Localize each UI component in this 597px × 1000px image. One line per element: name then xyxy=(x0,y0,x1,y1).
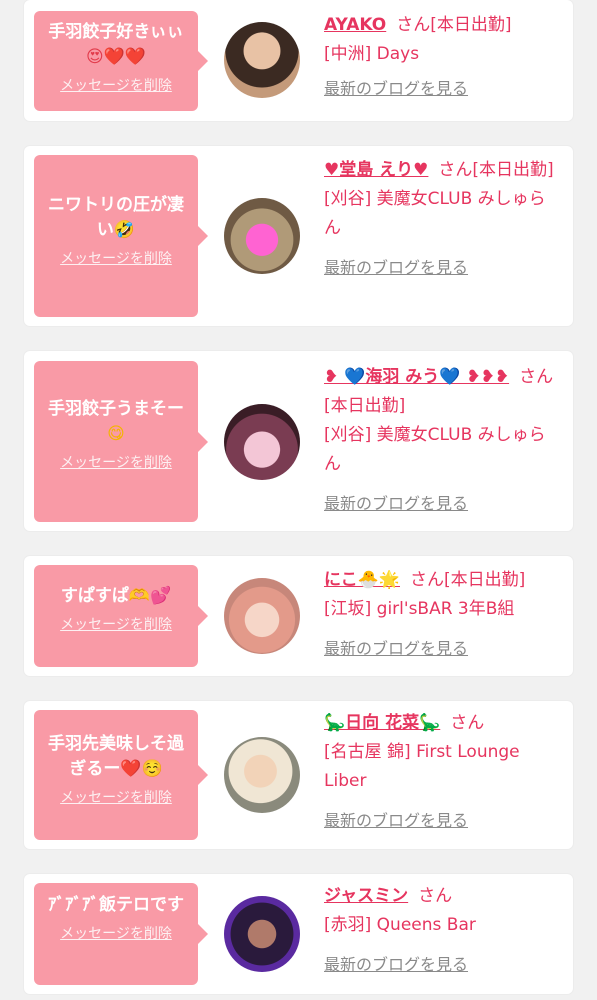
honorific: さん xyxy=(438,160,473,180)
message-bubble: すぱすぱ🫶💕 メッセージを削除 xyxy=(34,565,208,667)
message-card: ニワトリの圧が凄い🤣 メッセージを削除 ♥堂島 えり♥ さん[本日出勤] [刈谷]… xyxy=(24,146,573,326)
shop-name: [江坂] girl'sBAR 3年B組 xyxy=(324,599,515,619)
cast-info: ジャスミン さん [赤羽] Queens Bar 最新のブログを見る xyxy=(324,882,562,979)
message-bubble: 手羽餃子うまそー 😋 メッセージを削除 xyxy=(34,361,208,522)
message-bubble: 手羽先美味しそ過ぎるー❤️☺️ メッセージを削除 xyxy=(34,710,208,840)
cast-name-link[interactable]: 🦕日向 花菜🦕 xyxy=(324,713,440,733)
message-card: ｱﾞｱﾞｱﾞ飯テロです メッセージを削除 ジャスミン さん [赤羽] Queens… xyxy=(24,874,573,994)
honorific: さん xyxy=(410,570,444,590)
delete-message-link[interactable]: メッセージを削除 xyxy=(60,76,172,96)
message-bubble: 手羽餃子好きぃぃ 😍❤️❤️ メッセージを削除 xyxy=(34,11,208,111)
message-text: 手羽餃子うまそー 😋 xyxy=(48,399,184,444)
message-emoji: 🫶💕 xyxy=(128,586,172,606)
honorific: さん xyxy=(519,367,554,387)
avatar[interactable] xyxy=(224,737,300,813)
latest-blog-link[interactable]: 最新のブログを見る xyxy=(324,253,562,282)
status-text: [本日出勤] xyxy=(324,396,406,416)
honorific: さん xyxy=(450,713,485,733)
message-list: 手羽餃子好きぃぃ 😍❤️❤️ メッセージを削除 AYAKO さん[本日出勤] [中洲… xyxy=(0,0,597,1000)
cast-info: ❥ 💙海羽 みう💙 ❥❥❥ さん [本日出勤] [刈谷] 美魔女CLUB みしゅらん… xyxy=(324,363,562,518)
honorific: さん xyxy=(418,886,453,906)
avatar[interactable] xyxy=(224,404,300,480)
message-card: 手羽餃子うまそー 😋 メッセージを削除 ❥ 💙海羽 みう💙 ❥❥❥ さん [本日出勤]… xyxy=(24,351,573,531)
status-text: [本日出勤] xyxy=(444,570,526,590)
message-text: ニワトリの圧が凄い🤣 xyxy=(48,195,184,240)
message-emoji: 😍❤️❤️ xyxy=(85,47,147,67)
latest-blog-link[interactable]: 最新のブログを見る xyxy=(324,74,562,103)
cast-info: にこ🐣🌟 さん[本日出勤] [江坂] girl'sBAR 3年B組 最新のブログを… xyxy=(324,566,562,663)
cast-info: AYAKO さん[本日出勤] [中洲] Days 最新のブログを見る xyxy=(324,11,562,103)
latest-blog-link[interactable]: 最新のブログを見る xyxy=(324,806,562,835)
cast-info: ♥堂島 えり♥ さん[本日出勤] [刈谷] 美魔女CLUB みしゅらん 最新のブロ… xyxy=(324,156,562,282)
message-text: 手羽餃子好きぃぃ 😍❤️❤️ xyxy=(48,22,184,67)
message-bubble: ｱﾞｱﾞｱﾞ飯テロです メッセージを削除 xyxy=(34,883,208,985)
cast-name-link[interactable]: にこ🐣🌟 xyxy=(324,570,400,590)
avatar[interactable] xyxy=(224,22,300,98)
message-emoji: ❤️☺️ xyxy=(120,759,163,779)
avatar[interactable] xyxy=(224,896,300,972)
cast-name-link[interactable]: ♥堂島 えり♥ xyxy=(324,160,428,180)
delete-message-link[interactable]: メッセージを削除 xyxy=(60,453,172,473)
delete-message-link[interactable]: メッセージを削除 xyxy=(60,924,172,944)
message-text: ｱﾞｱﾞｱﾞ飯テロです xyxy=(48,895,184,915)
honorific: さん xyxy=(396,15,431,35)
shop-name: [中洲] Days xyxy=(324,44,420,64)
avatar[interactable] xyxy=(224,578,300,654)
shop-name: [名古屋 錦] First Lounge Liber xyxy=(324,742,520,791)
message-emoji: 🤣 xyxy=(113,220,136,240)
status-text: [本日出勤] xyxy=(430,15,512,35)
delete-message-link[interactable]: メッセージを削除 xyxy=(60,788,172,808)
avatar[interactable] xyxy=(224,198,300,274)
shop-name: [刈谷] 美魔女CLUB みしゅらん xyxy=(324,189,546,238)
shop-name: [刈谷] 美魔女CLUB みしゅらん xyxy=(324,425,546,474)
message-emoji: 😋 xyxy=(107,424,125,444)
cast-info: 🦕日向 花菜🦕 さん [名古屋 錦] First Lounge Liber 最新の… xyxy=(324,709,562,835)
message-bubble: ニワトリの圧が凄い🤣 メッセージを削除 xyxy=(34,155,208,317)
message-card: 手羽餃子好きぃぃ 😍❤️❤️ メッセージを削除 AYAKO さん[本日出勤] [中洲… xyxy=(24,0,573,121)
latest-blog-link[interactable]: 最新のブログを見る xyxy=(324,950,562,979)
latest-blog-link[interactable]: 最新のブログを見る xyxy=(324,489,562,518)
message-card: すぱすぱ🫶💕 メッセージを削除 にこ🐣🌟 さん[本日出勤] [江坂] girl's… xyxy=(24,556,573,676)
message-card: 手羽先美味しそ過ぎるー❤️☺️ メッセージを削除 🦕日向 花菜🦕 さん [名古屋 … xyxy=(24,701,573,849)
cast-name-link[interactable]: ❥ 💙海羽 みう💙 ❥❥❥ xyxy=(324,367,509,387)
delete-message-link[interactable]: メッセージを削除 xyxy=(60,615,172,635)
delete-message-link[interactable]: メッセージを削除 xyxy=(60,249,172,269)
status-text: [本日出勤] xyxy=(472,160,554,180)
message-text: 手羽先美味しそ過ぎるー❤️☺️ xyxy=(48,734,184,779)
shop-name: [赤羽] Queens Bar xyxy=(324,915,476,935)
cast-name-link[interactable]: AYAKO xyxy=(324,15,386,35)
latest-blog-link[interactable]: 最新のブログを見る xyxy=(324,634,562,663)
message-text: すぱすぱ🫶💕 xyxy=(60,586,172,606)
cast-name-link[interactable]: ジャスミン xyxy=(324,886,408,906)
